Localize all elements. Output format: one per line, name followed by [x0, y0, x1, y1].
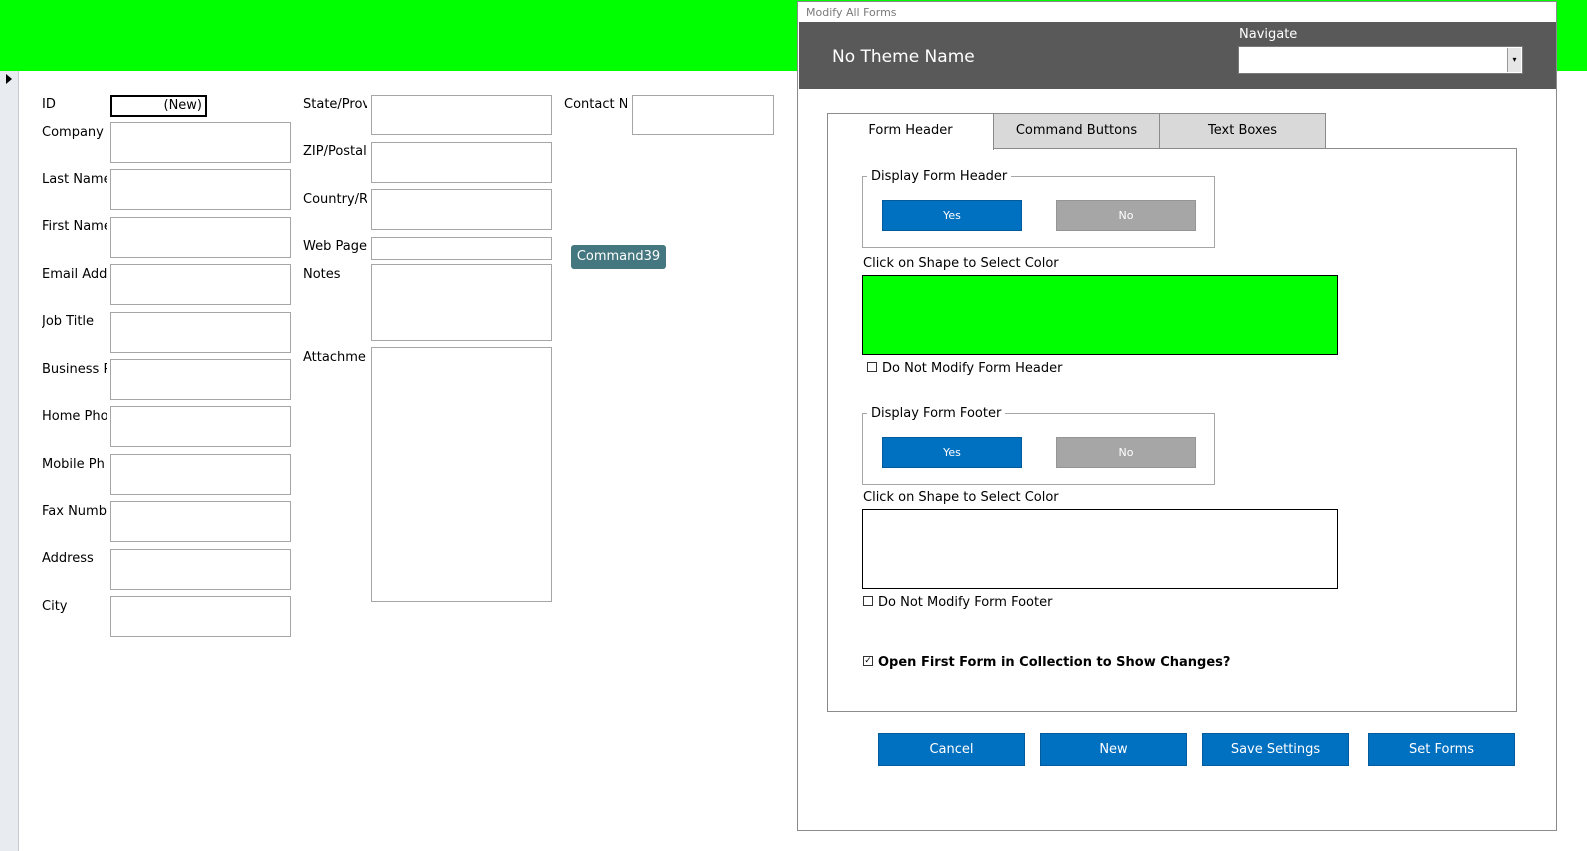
header-yes-button[interactable]: Yes: [882, 200, 1022, 231]
header-no-button[interactable]: No: [1056, 200, 1196, 231]
city-field[interactable]: [110, 596, 291, 637]
first-name-label: First Name: [42, 219, 107, 234]
footer-color-swatch[interactable]: [862, 509, 1338, 589]
footer-yes-button[interactable]: Yes: [882, 437, 1022, 468]
record-selector-arrow-icon: [6, 74, 12, 84]
address-field[interactable]: [110, 549, 291, 590]
tab-text-boxes[interactable]: Text Boxes: [1159, 113, 1326, 149]
display-form-header-label: Display Form Header: [867, 169, 1012, 184]
address-label: Address: [42, 551, 94, 566]
tab-command-buttons[interactable]: Command Buttons: [993, 113, 1160, 149]
record-selector[interactable]: [0, 71, 19, 851]
mobile-phone-label: Mobile Ph: [42, 457, 105, 472]
last-name-field[interactable]: [110, 169, 291, 210]
fax-number-label: Fax Numb: [42, 504, 107, 519]
id-label: ID: [42, 97, 56, 112]
display-form-footer-label: Display Form Footer: [867, 406, 1006, 421]
state-field[interactable]: [371, 95, 552, 135]
attachments-field[interactable]: [371, 347, 552, 602]
do-not-modify-footer-label: Do Not Modify Form Footer: [878, 595, 1053, 610]
home-phone-label: Home Pho: [42, 409, 107, 424]
tab-form-header[interactable]: Form Header: [827, 113, 994, 150]
job-title-field[interactable]: [110, 312, 291, 353]
new-button[interactable]: New: [1040, 733, 1187, 766]
chevron-down-icon[interactable]: ▾: [1507, 48, 1521, 72]
attachments-label: Attachmer: [303, 350, 367, 365]
last-name-label: Last Name: [42, 172, 107, 187]
home-phone-field[interactable]: [110, 406, 291, 447]
id-field[interactable]: (New): [110, 95, 207, 117]
contact-name-field[interactable]: [632, 95, 774, 135]
state-label: State/Prov: [303, 97, 367, 112]
command39-button[interactable]: Command39: [571, 245, 666, 269]
footer-color-prompt: Click on Shape to Select Color: [863, 490, 1059, 505]
do-not-modify-footer-checkbox[interactable]: [863, 596, 873, 606]
set-forms-button[interactable]: Set Forms: [1368, 733, 1515, 766]
theme-name: No Theme Name: [832, 47, 975, 67]
city-label: City: [42, 599, 68, 614]
country-field[interactable]: [371, 189, 552, 230]
mobile-phone-field[interactable]: [110, 454, 291, 495]
business-phone-label: Business P: [42, 362, 107, 377]
do-not-modify-header-checkbox[interactable]: [867, 362, 877, 372]
business-phone-field[interactable]: [110, 359, 291, 400]
fax-number-field[interactable]: [110, 501, 291, 542]
zip-label: ZIP/Postal: [303, 144, 367, 159]
first-name-field[interactable]: [110, 217, 291, 258]
web-page-label: Web Page: [303, 239, 367, 254]
zip-field[interactable]: [371, 142, 552, 183]
navigate-label: Navigate: [1239, 27, 1298, 42]
navigate-combobox[interactable]: ▾: [1238, 46, 1523, 74]
open-first-form-checkbox[interactable]: ✓: [863, 656, 873, 666]
dialog-title: Modify All Forms: [806, 6, 897, 19]
notes-field[interactable]: [371, 264, 552, 341]
company-field[interactable]: [110, 122, 291, 163]
job-title-label: Job Title: [42, 314, 95, 329]
contact-name-label: Contact Na: [564, 97, 627, 112]
email-label: Email Add: [42, 267, 107, 282]
web-page-field[interactable]: [371, 237, 552, 260]
email-field[interactable]: [110, 264, 291, 305]
header-color-swatch[interactable]: [862, 275, 1338, 355]
cancel-button[interactable]: Cancel: [878, 733, 1025, 766]
country-label: Country/R: [303, 192, 367, 207]
open-first-form-label: Open First Form in Collection to Show Ch…: [878, 655, 1231, 670]
footer-no-button[interactable]: No: [1056, 437, 1196, 468]
header-color-prompt: Click on Shape to Select Color: [863, 256, 1059, 271]
notes-label: Notes: [303, 267, 341, 282]
save-settings-button[interactable]: Save Settings: [1202, 733, 1349, 766]
company-label: Company: [42, 125, 104, 140]
do-not-modify-header-label: Do Not Modify Form Header: [882, 361, 1063, 376]
